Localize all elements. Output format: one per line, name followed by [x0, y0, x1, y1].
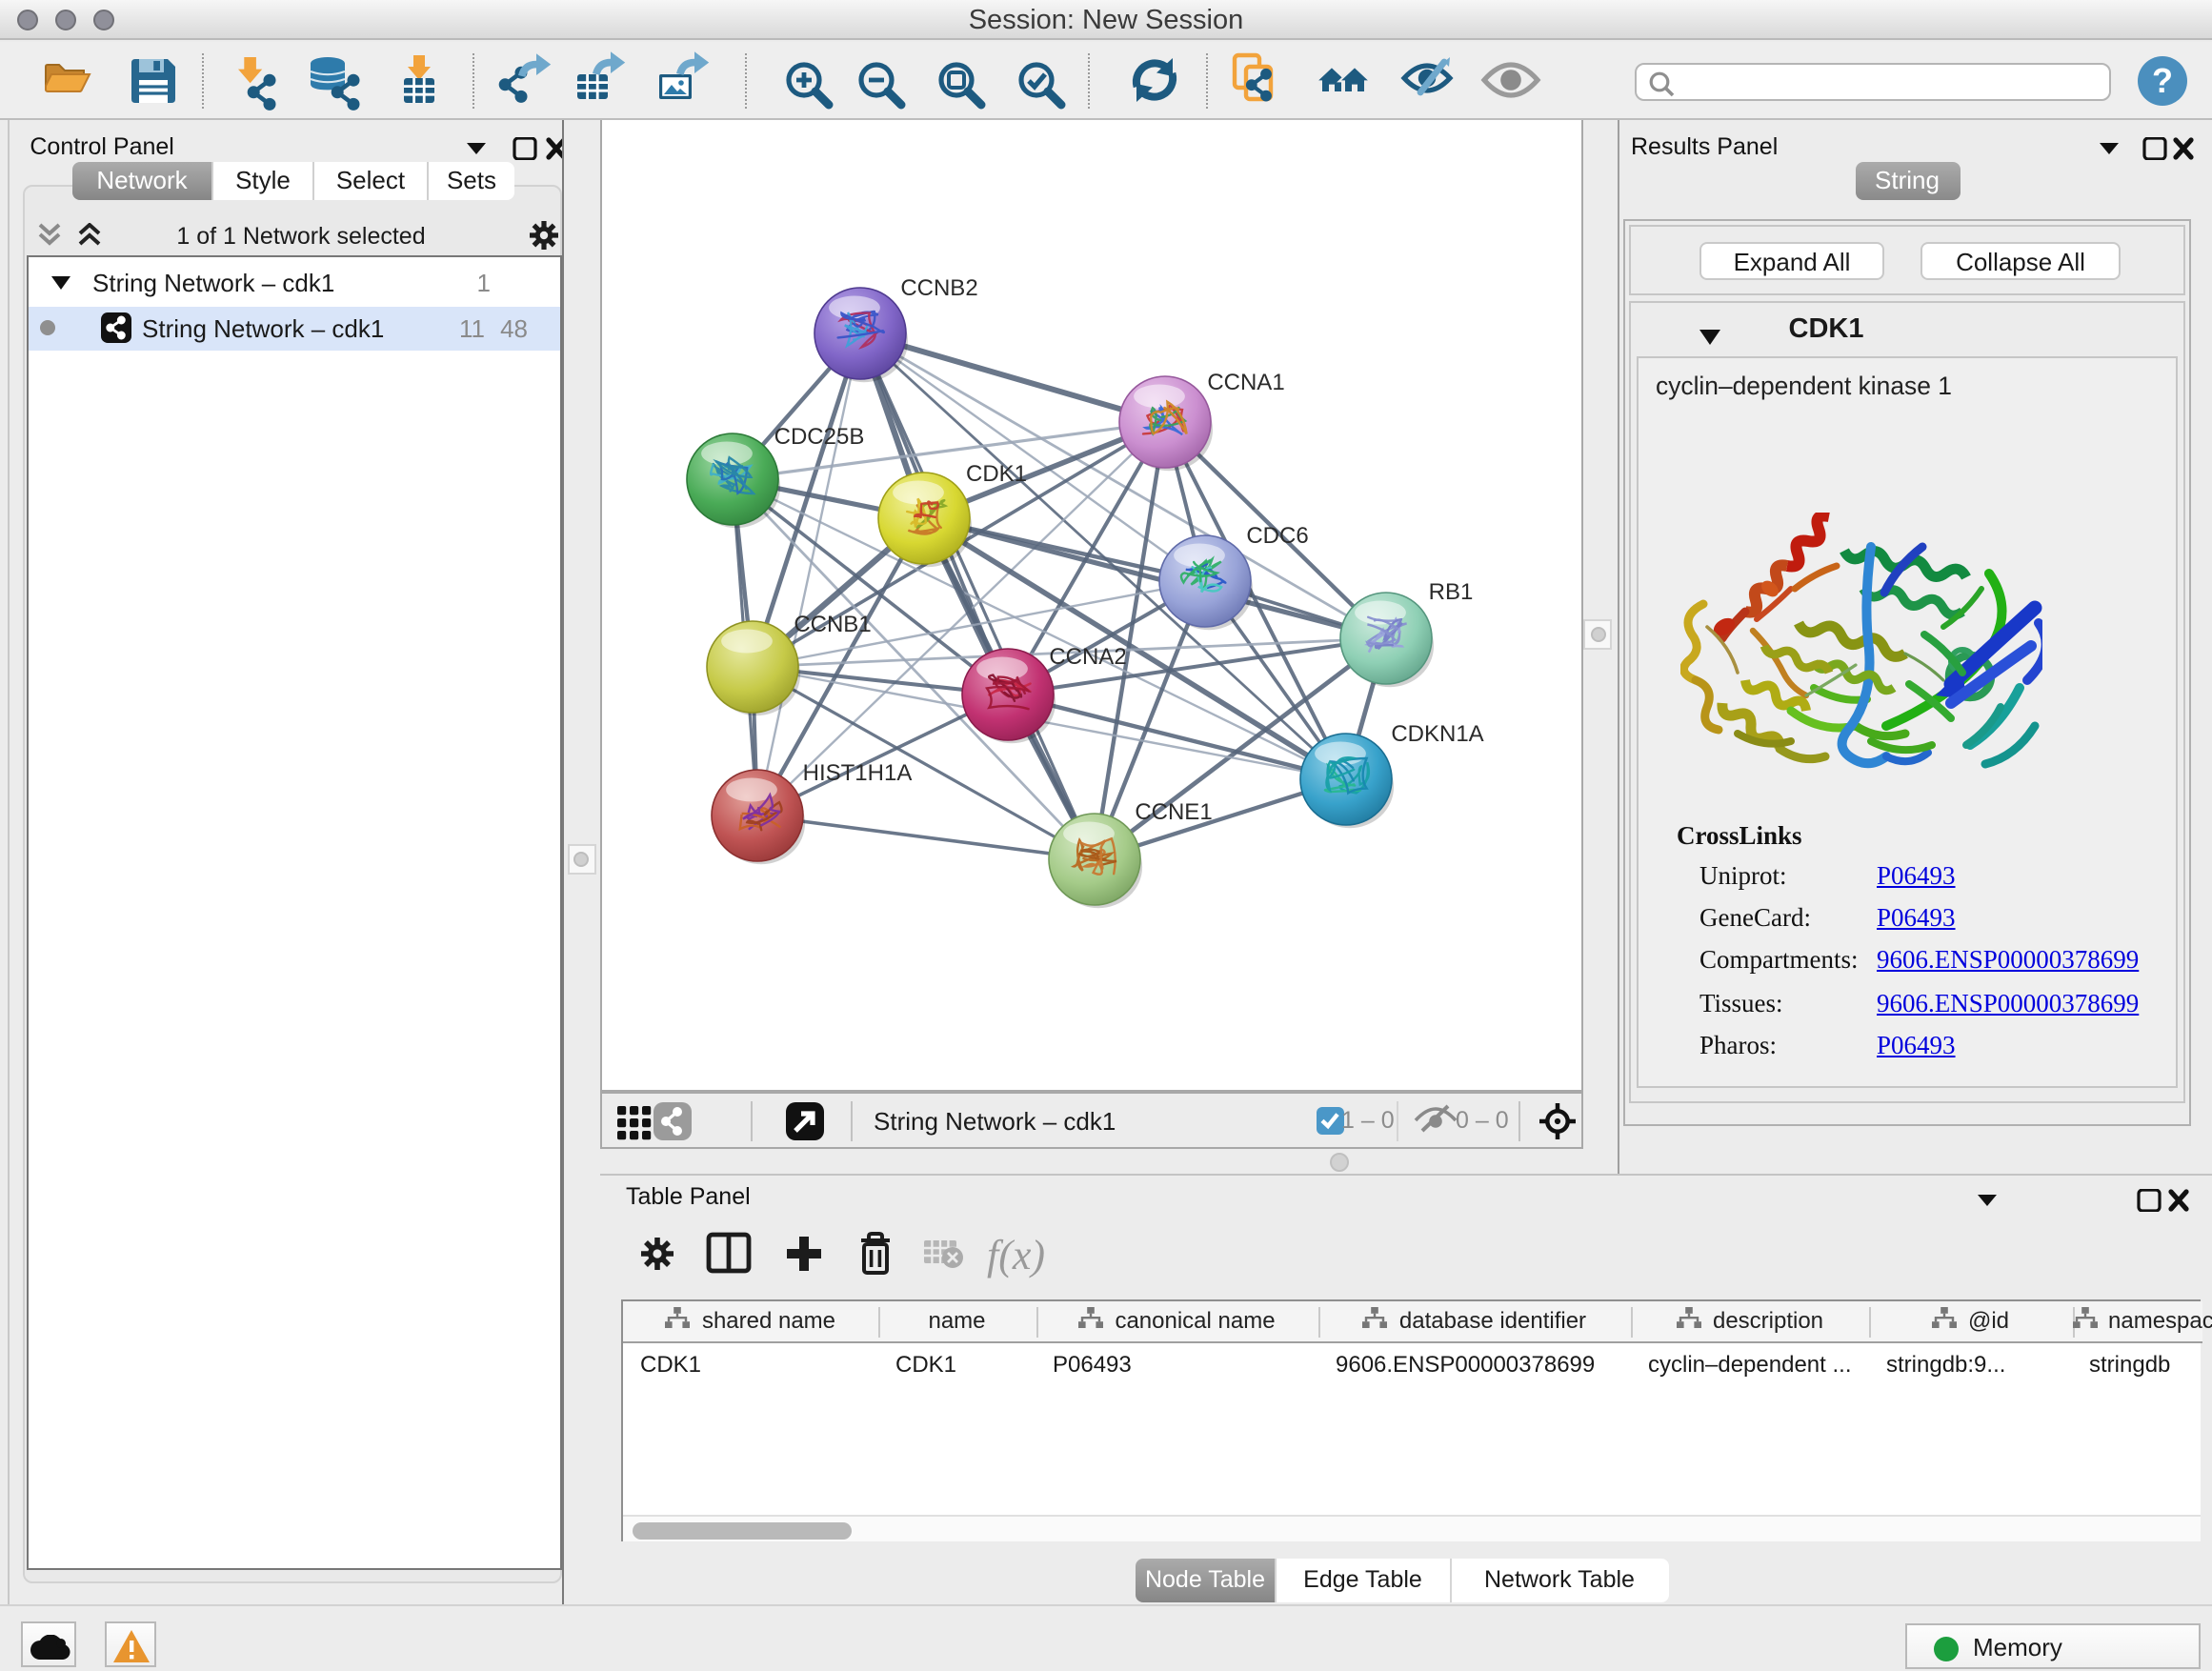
svg-text:f(x): f(x): [986, 1232, 1044, 1278]
svg-text:CCNA1: CCNA1: [1207, 370, 1284, 395]
svg-text:CDKN1A: CDKN1A: [1391, 721, 1483, 747]
svg-text:CCNE1: CCNE1: [1135, 799, 1212, 825]
svg-text:HIST1H1A: HIST1H1A: [803, 760, 913, 786]
svg-text:?: ?: [2152, 61, 2173, 100]
svg-text:CCNB2: CCNB2: [900, 275, 977, 301]
svg-text:CCNA2: CCNA2: [1049, 644, 1126, 670]
svg-text:CDK1: CDK1: [966, 461, 1027, 487]
svg-text:CDC6: CDC6: [1246, 523, 1308, 549]
svg-text:RB1: RB1: [1429, 579, 1474, 605]
svg-text:CDC25B: CDC25B: [774, 424, 865, 450]
svg-text:CCNB1: CCNB1: [794, 612, 871, 637]
